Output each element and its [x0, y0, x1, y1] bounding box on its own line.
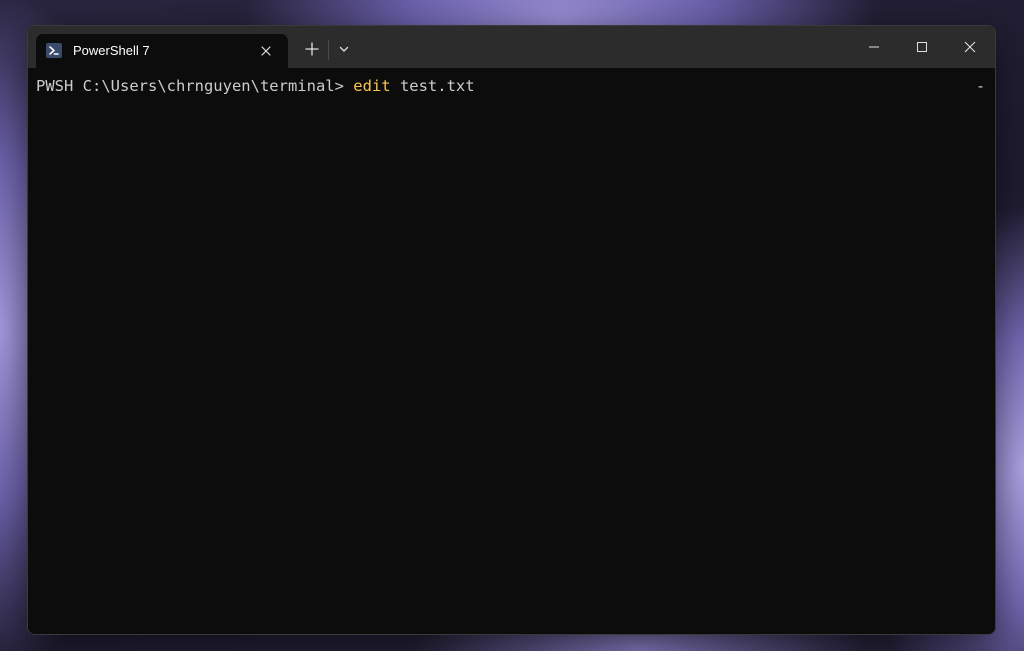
- new-tab-plus-icon[interactable]: [303, 40, 321, 58]
- command-argument: test.txt: [390, 77, 475, 95]
- tab-title: PowerShell 7: [73, 43, 150, 58]
- minimize-button[interactable]: [851, 26, 897, 68]
- prompt-text: PWSH C:\Users\chrnguyen\terminal>: [36, 77, 354, 95]
- tab-powershell-7[interactable]: PowerShell 7: [36, 34, 288, 68]
- tab-close-icon[interactable]: [257, 42, 275, 60]
- close-window-button[interactable]: [947, 26, 993, 68]
- scroll-indicator: -: [975, 77, 985, 95]
- close-icon: [964, 41, 976, 53]
- title-bar[interactable]: PowerShell 7: [28, 26, 995, 68]
- powershell-icon: [46, 43, 62, 58]
- chevron-down-icon[interactable]: [336, 41, 352, 57]
- minimize-icon: [869, 46, 879, 48]
- terminal-window: PowerShell 7 PWSH C:\Users\chrnguyen\ter…: [27, 25, 996, 635]
- tab-separator: [328, 40, 329, 60]
- command-text: edit: [353, 77, 391, 95]
- maximize-button[interactable]: [899, 26, 945, 68]
- maximize-icon: [917, 42, 927, 52]
- prompt-line: PWSH C:\Users\chrnguyen\terminal> edit t…: [36, 77, 475, 95]
- terminal-output[interactable]: PWSH C:\Users\chrnguyen\terminal> edit t…: [28, 68, 995, 634]
